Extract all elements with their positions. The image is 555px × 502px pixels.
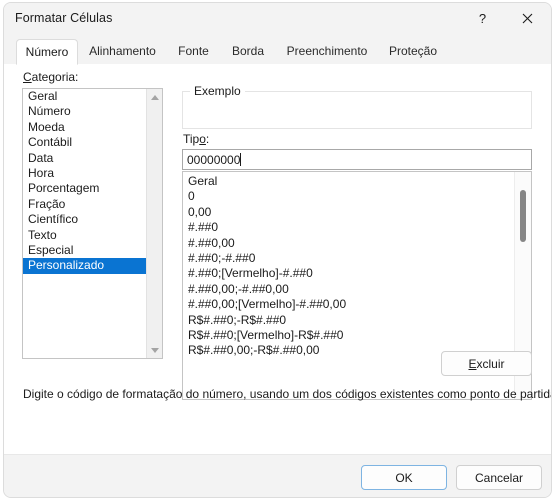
dialog-title: Formatar Células <box>15 11 113 25</box>
category-listbox[interactable]: Geral Número Moeda Contábil Data Hora Po… <box>22 88 163 359</box>
title-bar: Formatar Células ? <box>4 3 551 35</box>
number-tab-panel: Categoria: Geral Número Moeda Contábil D… <box>4 64 552 454</box>
category-item-moeda[interactable]: Moeda <box>23 120 146 135</box>
type-label-accel: o <box>199 132 206 146</box>
category-item-fracao[interactable]: Fração <box>23 197 146 212</box>
category-item-numero[interactable]: Número <box>23 104 146 119</box>
tab-numero[interactable]: Número <box>16 39 78 65</box>
question-mark-icon: ? <box>478 11 487 26</box>
format-item-7[interactable]: #.##0,00;-#.##0,00 <box>183 282 515 297</box>
type-label: Tipo: <box>183 132 209 146</box>
format-item-6[interactable]: #.##0;[Vermelho]-#.##0 <box>183 266 515 281</box>
type-input-text: 00000000 <box>187 153 241 167</box>
format-item-1[interactable]: 0 <box>183 189 515 204</box>
close-button[interactable] <box>505 3 550 34</box>
format-item-9[interactable]: R$#.##0;-R$#.##0 <box>183 313 515 328</box>
tab-label: Proteção <box>388 44 438 58</box>
type-input[interactable]: 00000000 <box>182 149 532 170</box>
category-item-especial[interactable]: Especial <box>23 243 146 258</box>
type-input-value: 00000000 <box>187 153 242 167</box>
format-item-8[interactable]: #.##0,00;[Vermelho]-#.##0,00 <box>183 297 515 312</box>
category-item-cientifico[interactable]: Científico <box>23 212 146 227</box>
close-icon <box>522 13 533 24</box>
triangle-up-icon <box>150 94 159 100</box>
category-item-personalizado[interactable]: Personalizado <box>23 258 146 274</box>
category-item-hora[interactable]: Hora <box>23 166 146 181</box>
example-legend: Exemplo <box>190 84 245 98</box>
format-item-5[interactable]: #.##0;-#.##0 <box>183 251 515 266</box>
category-label: Categoria: <box>23 70 78 84</box>
format-item-4[interactable]: #.##0,00 <box>183 236 515 251</box>
delete-button-label: xcluir <box>476 356 505 371</box>
tab-borda[interactable]: Borda <box>220 39 276 65</box>
category-label-rest: ategoria: <box>31 70 79 84</box>
tab-label: Preenchimento <box>286 44 368 58</box>
format-item-0[interactable]: Geral <box>183 174 515 189</box>
category-item-contabil[interactable]: Contábil <box>23 135 146 150</box>
dialog-footer: OK Cancelar <box>4 454 551 497</box>
tab-strip: Número Alinhamento Fonte Borda Preenchim… <box>4 39 551 65</box>
format-item-10[interactable]: R$#.##0;[Vermelho]-R$#.##0 <box>183 328 515 343</box>
scroll-up-button[interactable] <box>147 89 162 105</box>
category-item-data[interactable]: Data <box>23 151 146 166</box>
tab-label: Fonte <box>178 44 209 58</box>
tab-label: Borda <box>231 44 265 58</box>
help-button[interactable]: ? <box>460 3 505 34</box>
cancel-button[interactable]: Cancelar <box>456 465 542 490</box>
category-item-texto[interactable]: Texto <box>23 228 146 243</box>
hint-text: Digite o código de formatação do número,… <box>23 387 552 401</box>
category-scrollbar[interactable] <box>146 89 162 358</box>
ok-button[interactable]: OK <box>361 465 447 490</box>
tab-label: Alinhamento <box>89 44 156 58</box>
triangle-down-icon <box>150 347 159 353</box>
format-item-3[interactable]: #.##0 <box>183 220 515 235</box>
tab-label: Número <box>25 45 69 59</box>
category-item-porcentagem[interactable]: Porcentagem <box>23 181 146 196</box>
category-item-geral[interactable]: Geral <box>23 89 146 104</box>
tab-preenchimento[interactable]: Preenchimento <box>276 39 378 65</box>
scroll-down-button[interactable] <box>147 342 162 358</box>
tab-protecao[interactable]: Proteção <box>378 39 448 65</box>
delete-button-accel: E <box>468 356 477 371</box>
tab-alinhamento[interactable]: Alinhamento <box>78 39 167 65</box>
category-label-accel: C <box>23 70 32 84</box>
tab-fonte[interactable]: Fonte <box>167 39 220 65</box>
format-cells-dialog: Formatar Células ? Número Alinhamento Fo… <box>3 2 552 498</box>
text-caret <box>240 153 242 166</box>
category-item-container: Geral Número Moeda Contábil Data Hora Po… <box>23 89 146 274</box>
format-item-container: Geral 0 0,00 #.##0 #.##0,00 #.##0;-#.##0… <box>183 174 515 359</box>
format-item-2[interactable]: 0,00 <box>183 205 515 220</box>
type-label-prefix: Tip <box>183 132 200 146</box>
type-label-suffix: : <box>205 132 210 146</box>
format-scrollbar-thumb[interactable] <box>520 190 526 243</box>
delete-button[interactable]: Excluir <box>441 351 532 376</box>
